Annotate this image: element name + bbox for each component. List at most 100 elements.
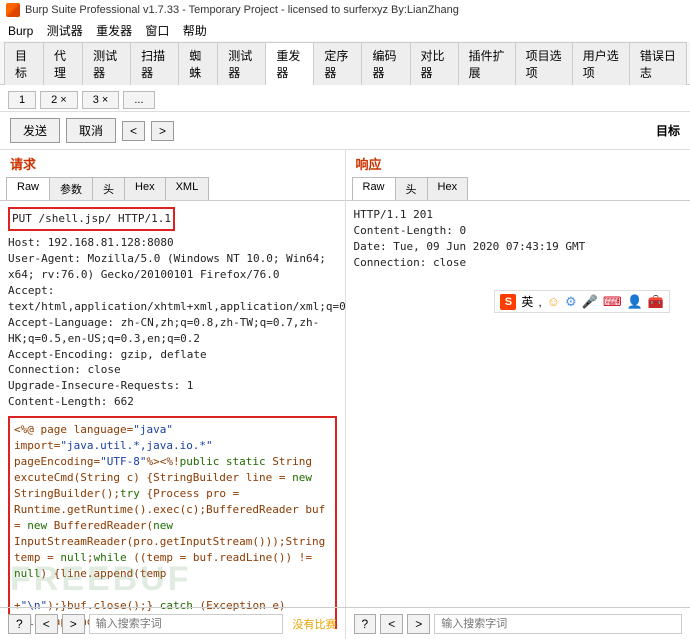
menu-help[interactable]: 帮助 bbox=[183, 24, 207, 38]
res-tab-headers[interactable]: 头 bbox=[395, 177, 428, 200]
response-inner-tabs: Raw 头 Hex bbox=[346, 177, 690, 201]
request-headers: Host: 192.168.81.128:8080User-Agent: Moz… bbox=[8, 235, 337, 410]
request-body-highlight: <%@ page language="java" import="java.ut… bbox=[8, 416, 337, 629]
tab-alerts[interactable]: 错误日志 bbox=[629, 42, 687, 85]
tab-comparer[interactable]: 对比器 bbox=[410, 42, 459, 85]
request-content[interactable]: PUT /shell.jsp/ HTTP/1.1 Host: 192.168.8… bbox=[0, 201, 345, 629]
req-no-match-label: 没有比赛 bbox=[293, 616, 337, 632]
window-title: Burp Suite Professional v1.7.33 - Tempor… bbox=[25, 4, 459, 16]
code-token: import= bbox=[14, 439, 60, 452]
code-token: <%@ page language= bbox=[14, 423, 133, 436]
request-title: 请求 bbox=[0, 150, 345, 177]
tab-repeater[interactable]: 重发器 bbox=[265, 42, 314, 85]
req-tab-params[interactable]: 参数 bbox=[49, 177, 93, 200]
action-bar: 发送 取消 < > 目标 bbox=[0, 112, 690, 149]
req-search-next[interactable]: > bbox=[62, 614, 85, 634]
response-content[interactable]: HTTP/1.1 201Content-Length: 0Date: Tue, … bbox=[346, 201, 690, 629]
gear-icon[interactable]: ⚙ bbox=[565, 294, 577, 310]
menu-tester[interactable]: 测试器 bbox=[47, 24, 83, 38]
menu-burp[interactable]: Burp bbox=[8, 24, 33, 38]
user-icon[interactable]: 👤 bbox=[627, 294, 643, 310]
response-line: Date: Tue, 09 Jun 2020 07:43:19 GMT bbox=[354, 239, 683, 255]
ime-toolbar[interactable]: S 英 , ☺ ⚙ 🎤 ⌨ 👤 🧰 bbox=[494, 290, 670, 313]
subtab-new[interactable]: ... bbox=[123, 91, 154, 109]
code-token: new bbox=[27, 519, 47, 532]
res-search-input[interactable] bbox=[434, 614, 682, 634]
res-tab-hex[interactable]: Hex bbox=[427, 177, 469, 200]
tab-target[interactable]: 目标 bbox=[4, 42, 44, 85]
subtab-1[interactable]: 1 bbox=[8, 91, 36, 109]
request-header-line: Accept-Language: zh-CN,zh;q=0.8,zh-TW;q=… bbox=[8, 315, 337, 347]
code-token: new bbox=[292, 471, 312, 484]
code-token: ) {line.append(temp bbox=[41, 567, 167, 580]
req-search-prev[interactable]: < bbox=[35, 614, 58, 634]
tab-proxy[interactable]: 代理 bbox=[43, 42, 83, 85]
request-inner-tabs: Raw 参数 头 Hex XML bbox=[0, 177, 345, 201]
tab-spider[interactable]: 蜘蛛 bbox=[178, 42, 218, 85]
request-header-line: Connection: close bbox=[8, 362, 337, 378]
subtab-3[interactable]: 3 × bbox=[82, 91, 120, 109]
res-search-next[interactable]: > bbox=[407, 614, 430, 634]
repeater-subtabs: 1 2 × 3 × ... bbox=[0, 85, 690, 112]
panes: 请求 Raw 参数 头 Hex XML PUT /shell.jsp/ HTTP… bbox=[0, 149, 690, 629]
res-search-help[interactable]: ? bbox=[354, 614, 377, 634]
mic-icon[interactable]: 🎤 bbox=[582, 294, 598, 310]
cancel-button[interactable]: 取消 bbox=[66, 118, 116, 143]
req-tab-hex[interactable]: Hex bbox=[124, 177, 166, 200]
response-pane: 响应 Raw 头 Hex HTTP/1.1 201Content-Length:… bbox=[346, 150, 690, 629]
response-line: Content-Length: 0 bbox=[354, 223, 683, 239]
req-search-input[interactable] bbox=[89, 614, 283, 634]
response-line: HTTP/1.1 201 bbox=[354, 207, 683, 223]
smile-icon[interactable]: ☺ bbox=[547, 294, 560, 309]
response-search-bar: ? < > bbox=[346, 608, 690, 639]
code-token: while bbox=[93, 551, 126, 564]
tools-icon[interactable]: 🧰 bbox=[648, 294, 664, 310]
request-search-bar: ? < > 没有比赛 bbox=[0, 608, 346, 639]
keyboard-icon[interactable]: ⌨ bbox=[603, 294, 622, 310]
code-token: null bbox=[14, 567, 41, 580]
tab-extender[interactable]: 插件扩展 bbox=[458, 42, 516, 85]
tab-user-options[interactable]: 用户选项 bbox=[572, 42, 630, 85]
ime-comma[interactable]: , bbox=[538, 295, 541, 309]
history-next-button[interactable]: > bbox=[151, 121, 174, 141]
req-tab-raw[interactable]: Raw bbox=[6, 177, 50, 200]
menu-repeater[interactable]: 重发器 bbox=[96, 24, 132, 38]
tab-sequencer[interactable]: 定序器 bbox=[313, 42, 362, 85]
app-logo-icon bbox=[6, 3, 20, 17]
code-token: ((temp = buf.readLine()) != bbox=[127, 551, 312, 564]
response-title: 响应 bbox=[346, 150, 690, 177]
req-search-help[interactable]: ? bbox=[8, 614, 31, 634]
code-token: pageEncoding= bbox=[14, 455, 100, 468]
subtab-2[interactable]: 2 × bbox=[40, 91, 78, 109]
tab-intruder[interactable]: 测试器 bbox=[82, 42, 131, 85]
code-token: new bbox=[153, 519, 173, 532]
req-tab-headers[interactable]: 头 bbox=[92, 177, 125, 200]
ime-logo-icon: S bbox=[500, 294, 516, 310]
request-first-line-highlight: PUT /shell.jsp/ HTTP/1.1 bbox=[8, 207, 175, 231]
res-search-prev[interactable]: < bbox=[380, 614, 403, 634]
req-tab-xml[interactable]: XML bbox=[165, 177, 210, 200]
res-tab-raw[interactable]: Raw bbox=[352, 177, 396, 200]
code-token: null bbox=[60, 551, 87, 564]
history-prev-button[interactable]: < bbox=[122, 121, 145, 141]
menu-window[interactable]: 窗口 bbox=[145, 24, 169, 38]
request-header-line: Host: 192.168.81.128:8080 bbox=[8, 235, 337, 251]
request-header-line: Accept-Encoding: gzip, deflate bbox=[8, 347, 337, 363]
tab-project-options[interactable]: 项目选项 bbox=[515, 42, 573, 85]
code-token: "java.util.*,java.io.*" bbox=[60, 439, 212, 452]
code-token: StringBuilder(); bbox=[14, 487, 120, 500]
request-first-line: PUT /shell.jsp/ HTTP/1.1 bbox=[12, 212, 171, 225]
title-bar: Burp Suite Professional v1.7.33 - Tempor… bbox=[0, 0, 690, 20]
tab-scanner[interactable]: 扫描器 bbox=[130, 42, 179, 85]
tab-decoder[interactable]: 编码器 bbox=[361, 42, 410, 85]
request-pane: 请求 Raw 参数 头 Hex XML PUT /shell.jsp/ HTTP… bbox=[0, 150, 346, 629]
code-token: "UTF-8" bbox=[100, 455, 146, 468]
request-header-line: Accept: text/html,application/xhtml+xml,… bbox=[8, 283, 337, 315]
request-header-line: Upgrade-Insecure-Requests: 1 bbox=[8, 378, 337, 394]
bottom-bar: ? < > 没有比赛 ? < > bbox=[0, 607, 690, 639]
code-token: public static bbox=[180, 455, 266, 468]
send-button[interactable]: 发送 bbox=[10, 118, 60, 143]
request-header-line: User-Agent: Mozilla/5.0 (Windows NT 10.0… bbox=[8, 251, 337, 283]
ime-language[interactable]: 英 bbox=[521, 293, 533, 310]
tab-tester2[interactable]: 测试器 bbox=[217, 42, 266, 85]
